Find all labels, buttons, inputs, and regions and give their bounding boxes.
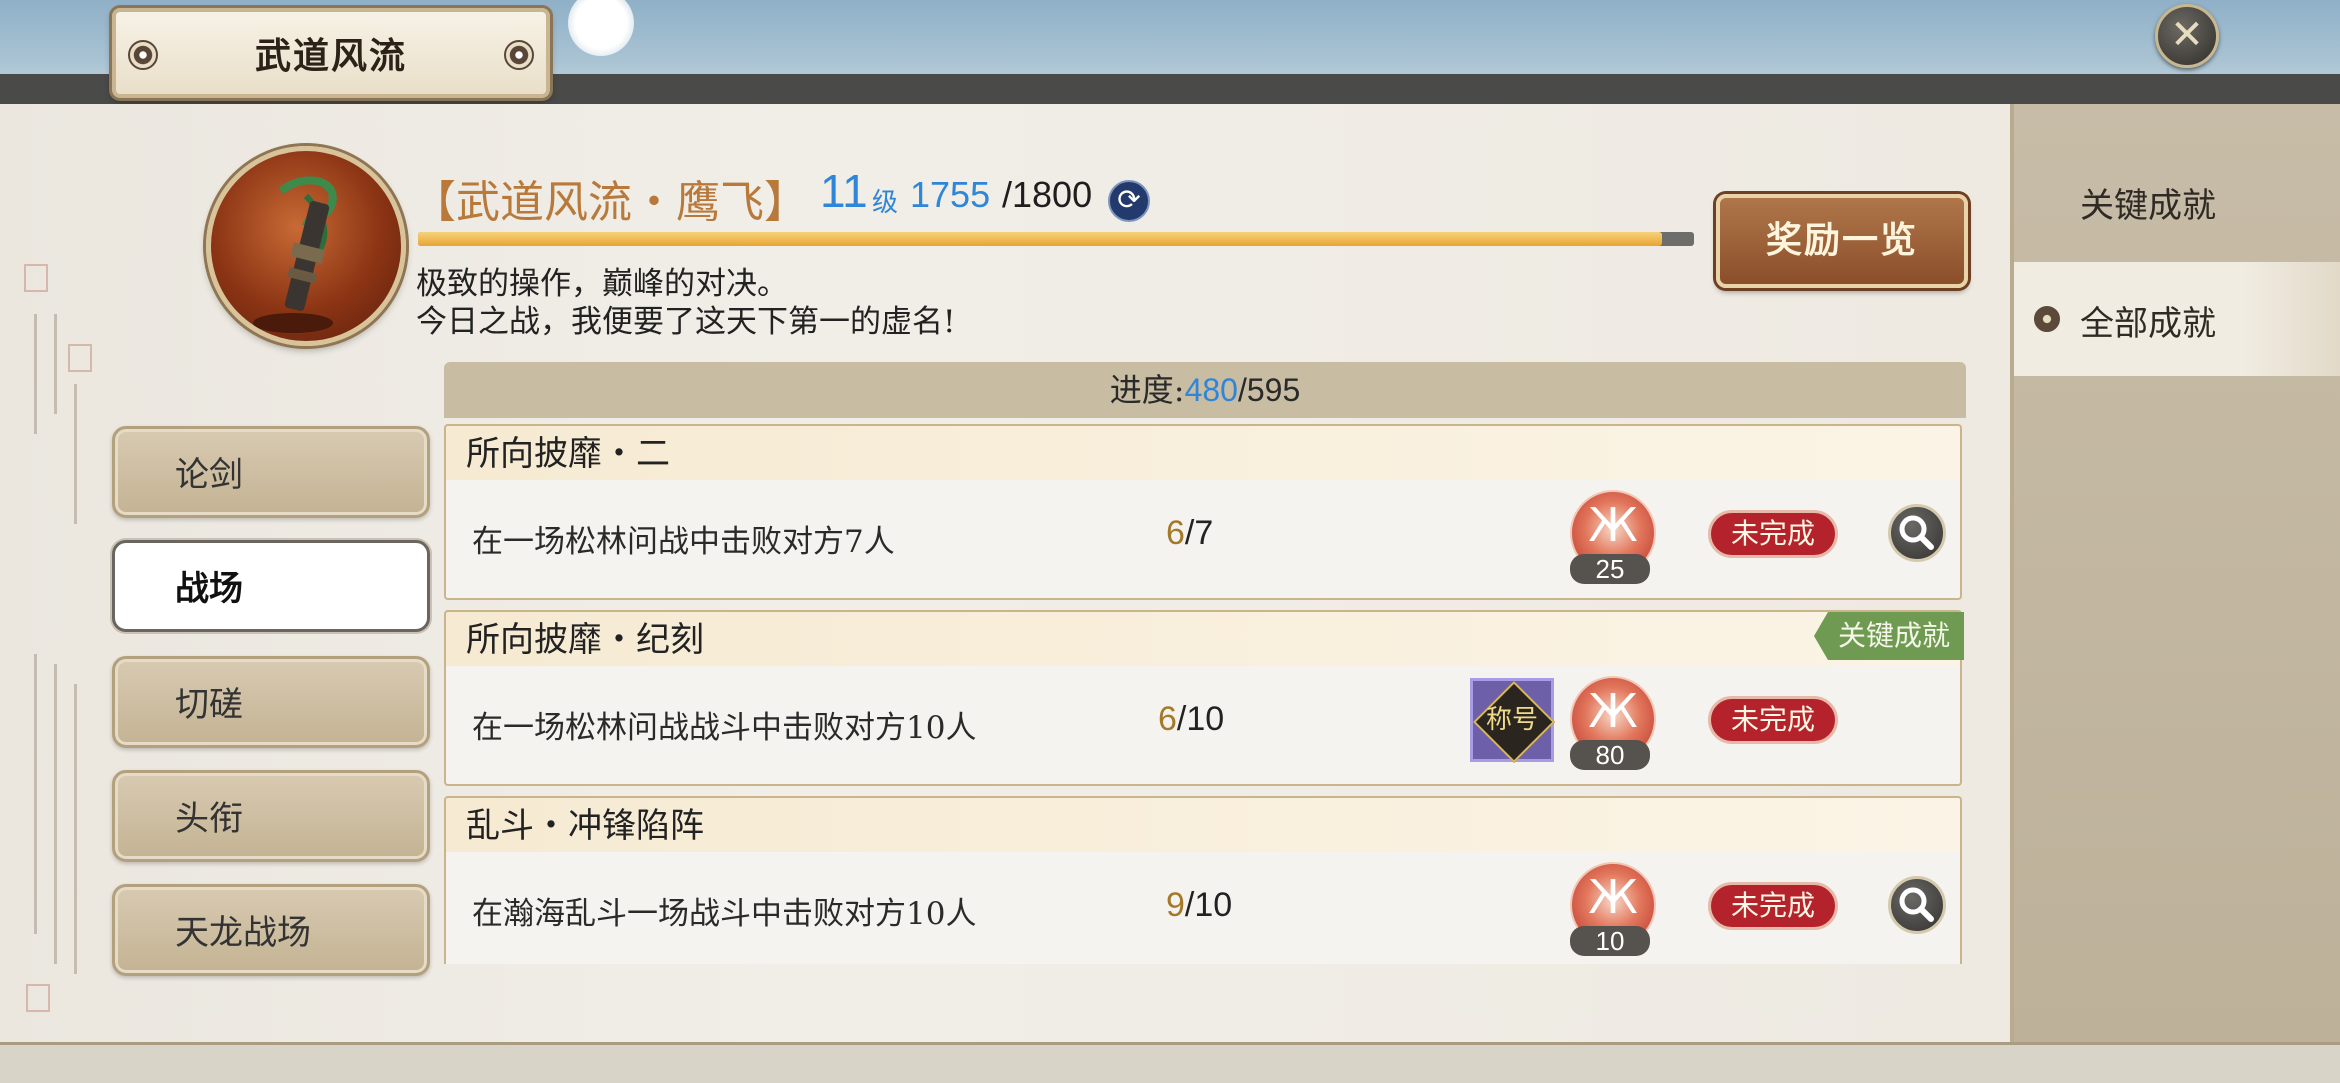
sidebar-item-all-achievements[interactable]: 全部成就 <box>2014 262 2340 376</box>
achievement-points: 80 <box>1570 740 1650 770</box>
achievement-description: 在一场松林问战战斗中击败对方10人 <box>472 710 977 746</box>
achievement-item: 所向披靡・二 在一场松林问战中击败对方7人 6/7 Ж 25 未完成 <box>444 424 1966 604</box>
achievement-progress: 9/10 <box>1166 886 1233 924</box>
level-number: 11 <box>820 165 868 217</box>
level-unit: 级 <box>872 188 899 218</box>
calligraphy-decoration <box>20 264 92 1024</box>
sidebar-item-key-achievements[interactable]: 关键成就 <box>2014 144 2340 258</box>
achievement-progress: 6/7 <box>1166 514 1214 552</box>
description-line-2: 今日之战，我便要了这天下第一的虚名! <box>416 304 956 340</box>
exp-progress-bar <box>418 232 1694 246</box>
achievement-points: 25 <box>1570 554 1650 584</box>
achievement-description: 在一场松林问战中击败对方7人 <box>472 524 895 560</box>
sword-hilt-icon <box>253 176 337 333</box>
achievement-name: 所向披靡・纪刻 <box>444 610 1962 666</box>
right-sidebar: 关键成就 全部成就 <box>2014 104 2340 1042</box>
exp-current: 1755 <box>910 174 991 215</box>
magnifier-icon <box>1899 515 1934 550</box>
progress-total: /595 <box>1237 372 1301 408</box>
nav-tab-qiecuo[interactable]: 切磋 <box>112 656 430 748</box>
title-reward-label: 称号 <box>1485 705 1538 735</box>
bullet-icon <box>2034 306 2060 332</box>
title-reward-item[interactable]: 称号 <box>1470 678 1556 764</box>
knot-ornament-icon <box>504 40 534 70</box>
achievement-body: 在一场松林问战战斗中击败对方10人 6/10 称号 Ж 80 未完成 <box>444 666 1962 786</box>
refresh-icon[interactable]: ⟳ <box>1108 180 1150 222</box>
close-icon: ✕ <box>2170 12 2204 58</box>
achievement-item: 所向披靡・纪刻 关键成就 在一场松林问战战斗中击败对方10人 6/10 称号 Ж… <box>444 610 1966 790</box>
view-details-button[interactable] <box>1888 504 1946 562</box>
progress-header: 进度:480/595 <box>444 362 1966 418</box>
achievement-series-title: 【武道风流・鹰飞】 <box>412 177 808 228</box>
achievement-item: 乱斗・冲锋陷阵 在瀚海乱斗一场战斗中击败对方10人 9/10 Ж 10 未完成 <box>444 796 1966 964</box>
view-details-button[interactable] <box>1888 876 1946 934</box>
nav-tab-touxian[interactable]: 头衔 <box>112 770 430 862</box>
key-achievement-badge: 关键成就 <box>1813 612 1964 660</box>
status-badge: 未完成 <box>1708 696 1838 744</box>
achievement-list[interactable]: 所向披靡・二 在一场松林问战中击败对方7人 6/7 Ж 25 未完成 所向披靡・… <box>444 424 1966 964</box>
nav-tab-lunjian[interactable]: 论剑 <box>112 426 430 518</box>
achievement-body: 在瀚海乱斗一场战斗中击败对方10人 9/10 Ж 10 未完成 <box>444 852 1962 964</box>
sidebar-item-label: 全部成就 <box>2080 304 2216 344</box>
achievement-description: 在瀚海乱斗一场战斗中击败对方10人 <box>472 896 977 932</box>
status-badge: 未完成 <box>1708 882 1838 930</box>
nav-tab-tianlong-zhanchang[interactable]: 天龙战场 <box>112 884 430 976</box>
knot-ornament-icon <box>128 40 158 70</box>
moon-decoration <box>568 0 634 56</box>
exp-max: /1800 <box>1002 174 1093 215</box>
window-title-tab: 武道风流 <box>112 8 550 98</box>
nav-tab-zhanchang[interactable]: 战场 <box>112 540 430 632</box>
bottom-strip <box>0 1042 2340 1083</box>
progress-done: 480 <box>1184 372 1238 408</box>
rewards-overview-button[interactable]: 奖励一览 <box>1716 194 1968 288</box>
exp-progress-fill <box>418 232 1663 246</box>
magnifier-icon <box>1899 887 1934 922</box>
achievement-points: 10 <box>1570 926 1650 956</box>
close-button[interactable]: ✕ <box>2155 4 2219 68</box>
achievement-progress: 6/10 <box>1158 700 1225 738</box>
achievement-body: 在一场松林问战中击败对方7人 6/7 Ж 25 未完成 <box>444 480 1962 600</box>
achievement-name: 乱斗・冲锋陷阵 <box>444 796 1962 852</box>
sidebar-item-label: 关键成就 <box>2080 186 2216 226</box>
achievement-name: 所向披靡・二 <box>444 424 1962 480</box>
window-title: 武道风流 <box>254 35 407 77</box>
progress-label: 进度: <box>1109 371 1185 409</box>
achievement-emblem <box>206 146 406 346</box>
status-badge: 未完成 <box>1708 510 1838 558</box>
